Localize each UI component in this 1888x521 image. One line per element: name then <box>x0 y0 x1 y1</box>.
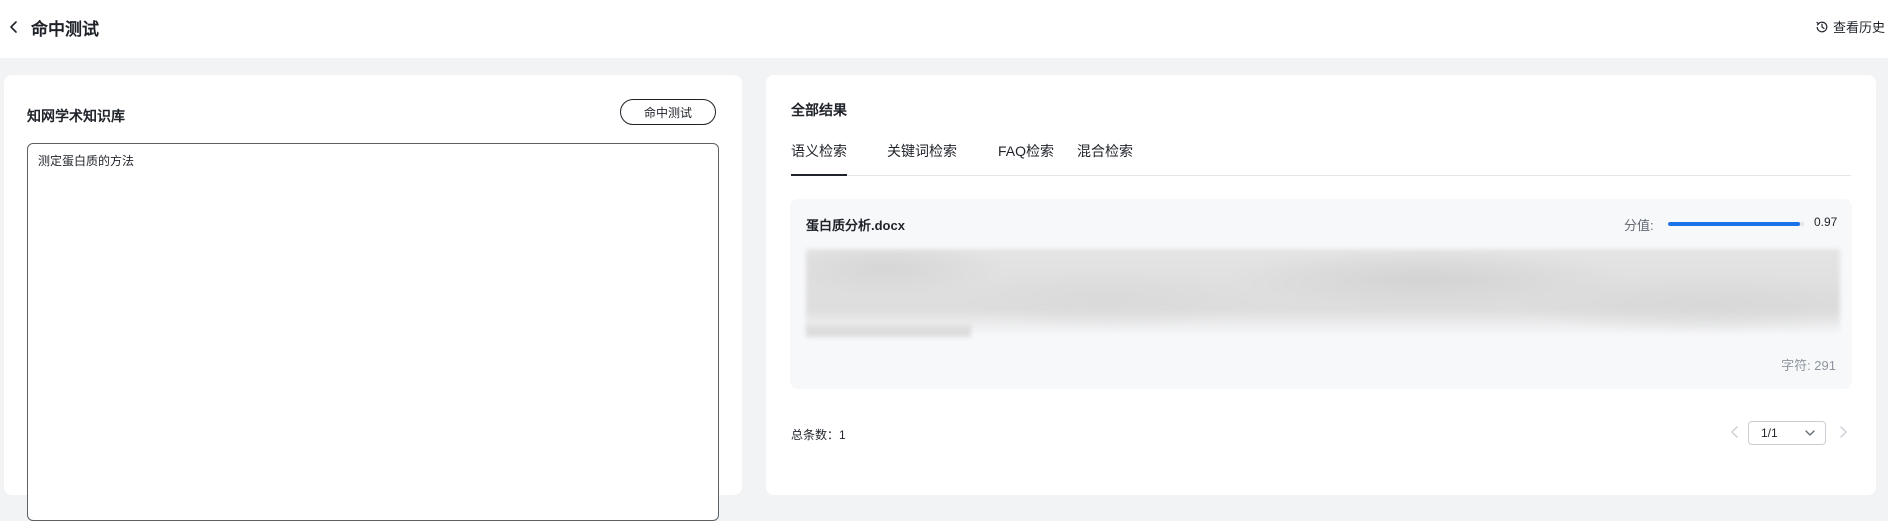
history-clock-icon <box>1816 21 1828 32</box>
prev-page-icon[interactable] <box>1726 423 1744 441</box>
back-chevron-icon[interactable] <box>4 17 24 37</box>
results-title: 全部结果 <box>791 102 847 118</box>
search-mode-tabs: 语义检索 关键词检索 FAQ检索 混合检索 <box>791 141 1851 176</box>
tab-semantic-search[interactable]: 语义检索 <box>791 141 847 176</box>
result-card[interactable]: 蛋白质分析.docx 分值: 0.97 字符: 291 <box>790 199 1852 389</box>
results-panel: 全部结果 语义检索 关键词检索 FAQ检索 混合检索 蛋白质分析.docx 分值… <box>766 75 1876 495</box>
view-history-label: 查看历史 <box>1832 20 1885 35</box>
total-count: 总条数：1 <box>791 428 846 442</box>
blurred-result-content <box>806 249 1840 335</box>
view-history-link[interactable]: 查看历史 <box>1815 17 1885 36</box>
knowledge-base-name: 知网学术知识库 <box>27 108 125 124</box>
score-bar <box>1668 222 1804 226</box>
hit-test-button[interactable]: 命中测试 <box>620 99 716 125</box>
query-panel: 知网学术知识库 命中测试 <box>4 75 742 521</box>
score-label: 分值: <box>1624 218 1654 233</box>
score-bar-fill <box>1668 222 1800 226</box>
page-select[interactable]: 1/1 <box>1748 421 1826 445</box>
blurred-result-content-tail <box>806 325 971 337</box>
page-select-value: 1/1 <box>1761 426 1778 440</box>
next-page-icon[interactable] <box>1834 423 1852 441</box>
result-doc-name: 蛋白质分析.docx <box>806 218 905 233</box>
page-title: 命中测试 <box>31 20 99 39</box>
top-bar: 命中测试 查看历史 <box>0 0 1888 58</box>
tab-hybrid-search[interactable]: 混合检索 <box>1077 141 1133 174</box>
query-input[interactable] <box>27 143 719 521</box>
score-value: 0.97 <box>1814 215 1838 229</box>
chevron-down-icon <box>1805 430 1815 436</box>
tab-keyword-search[interactable]: 关键词检索 <box>887 141 957 174</box>
char-count: 字符: 291 <box>1781 358 1836 373</box>
tab-faq-search[interactable]: FAQ检索 <box>998 141 1054 174</box>
